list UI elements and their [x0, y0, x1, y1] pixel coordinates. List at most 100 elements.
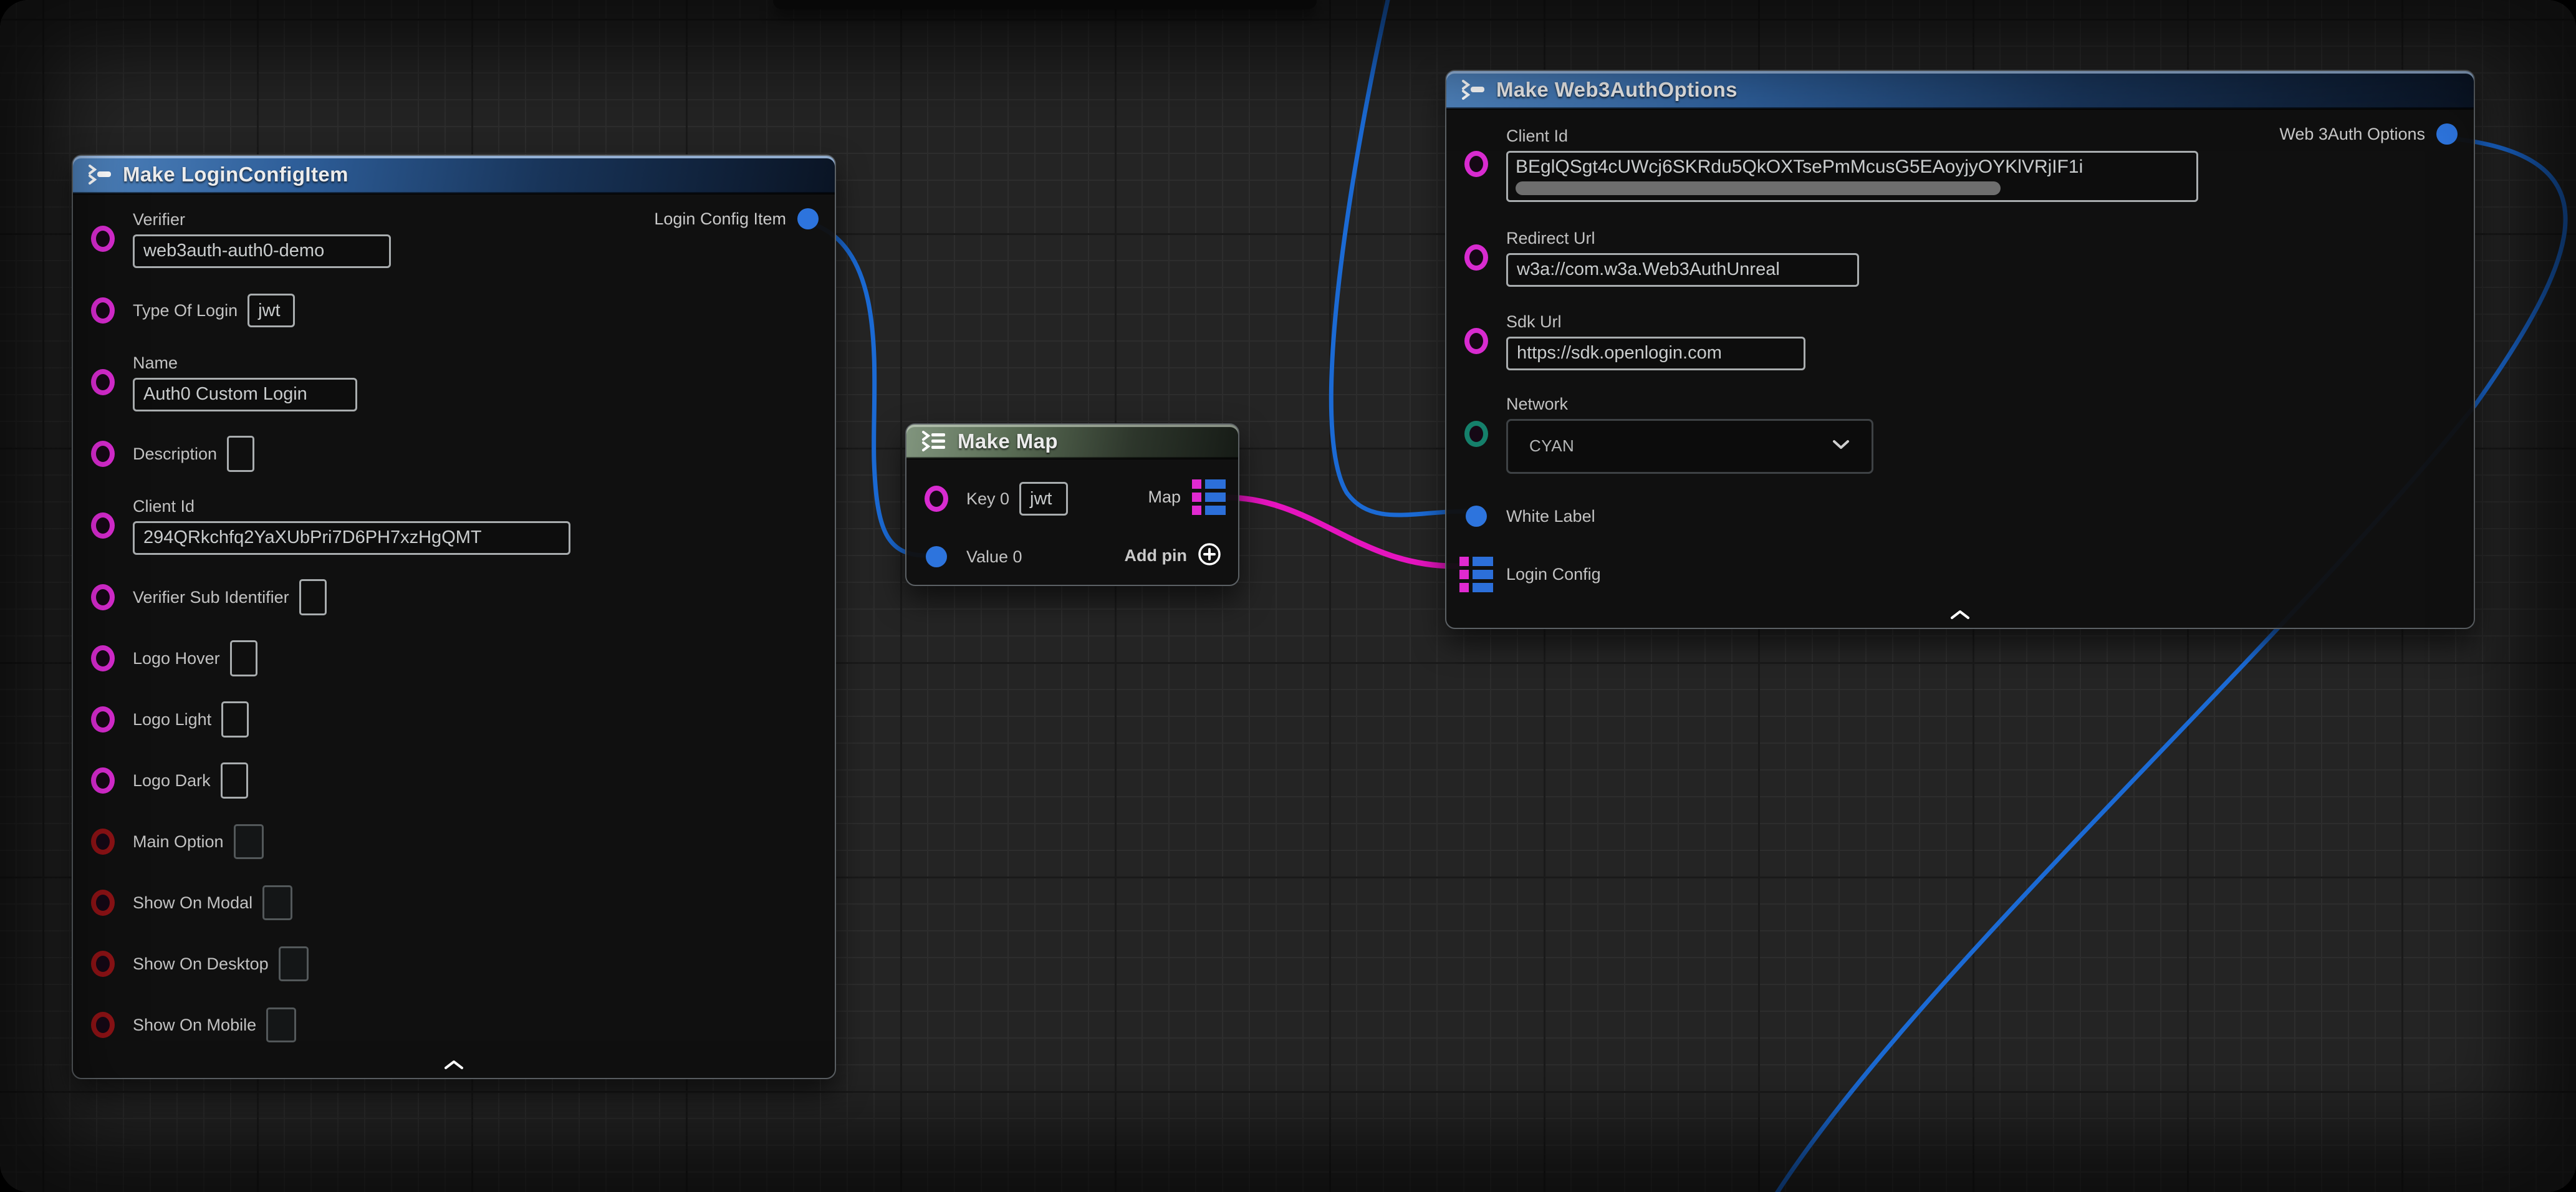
- node-header-make-loginconfigitem[interactable]: Make LoginConfigItem: [73, 156, 835, 195]
- string-pin[interactable]: [91, 584, 115, 610]
- pin-label: Logo Dark: [133, 771, 211, 791]
- pin-label: White Label: [1506, 507, 1595, 526]
- pin-row-login-config: Login Config: [1446, 555, 2458, 594]
- output-map[interactable]: Map: [1148, 479, 1226, 515]
- pin-row-white-label: White Label: [1446, 499, 2458, 534]
- pin-label: Logo Hover: [133, 649, 220, 668]
- pin-row-verifier-sub-identifier: Verifier Sub Identifier: [73, 580, 819, 615]
- collapse-chevron-icon[interactable]: [440, 1057, 468, 1073]
- logo-dark-input[interactable]: [221, 762, 248, 799]
- node-make-map[interactable]: Make Map Key 0 jwt Value 0 Map: [905, 423, 1239, 586]
- collapse-chevron-icon[interactable]: [1946, 607, 1974, 623]
- node-title: Make Web3AuthOptions: [1496, 78, 1737, 102]
- pin-row-show-on-modal: Show On Modal: [73, 885, 819, 920]
- logo-light-input[interactable]: [221, 701, 249, 738]
- string-pin[interactable]: [91, 706, 115, 733]
- pin-label: Show On Desktop: [133, 954, 269, 974]
- output-pin-label: Web 3Auth Options: [2279, 125, 2425, 144]
- pin-label: Key 0: [966, 489, 1009, 509]
- pin-label: Redirect Url: [1506, 229, 1859, 248]
- bool-pin[interactable]: [91, 890, 115, 916]
- main-option-checkbox[interactable]: [234, 824, 264, 859]
- show-on-modal-checkbox[interactable]: [262, 885, 292, 920]
- pin-row-main-option: Main Option: [73, 824, 819, 859]
- network-dropdown[interactable]: CYAN: [1506, 419, 1873, 474]
- string-pin[interactable]: [1464, 328, 1488, 354]
- string-pin[interactable]: [1464, 244, 1488, 271]
- pin-row-logo-light: Logo Light: [73, 702, 819, 737]
- pin-label: Client Id: [1506, 127, 2198, 146]
- network-selected-value: CYAN: [1529, 436, 1574, 456]
- type-of-login-input[interactable]: jwt: [248, 294, 295, 327]
- show-on-desktop-checkbox[interactable]: [279, 946, 309, 981]
- string-pin[interactable]: [91, 369, 115, 395]
- node-header-make-map[interactable]: Make Map: [906, 425, 1238, 459]
- node-header-make-web3authoptions[interactable]: Make Web3AuthOptions: [1446, 71, 2474, 110]
- wire-map-to-login-config[interactable]: [1226, 497, 1460, 566]
- pin-label: Name: [133, 353, 357, 373]
- pin-row-redirect-url: Redirect Url w3a://com.w3a.Web3AuthUnrea…: [1446, 229, 2458, 286]
- pin-label: Type Of Login: [133, 301, 238, 320]
- pin-label: Map: [1148, 488, 1181, 507]
- pin-row-network: Network CYAN: [1446, 397, 2458, 471]
- make-struct-icon: [1461, 79, 1486, 100]
- pin-label: Sdk Url: [1506, 312, 1805, 332]
- string-pin[interactable]: [91, 512, 115, 539]
- pin-row-show-on-mobile: Show On Mobile: [73, 1007, 819, 1042]
- bool-pin[interactable]: [91, 951, 115, 977]
- pin-label: Show On Mobile: [133, 1016, 256, 1035]
- output-pin-label: Login Config Item: [654, 209, 786, 229]
- output-web3auth-options[interactable]: Web 3Auth Options: [2279, 123, 2458, 145]
- pin-label: Logo Light: [133, 710, 211, 729]
- pin-row-name: Name Auth0 Custom Login: [73, 354, 819, 410]
- client-id-scrollbar[interactable]: [1516, 181, 2001, 195]
- string-pin[interactable]: [91, 767, 115, 794]
- object-output-pin[interactable]: [797, 208, 819, 229]
- client-id-input[interactable]: 294QRkchfq2YaXUbPri7D6PH7xzHgQMT: [133, 521, 570, 555]
- pin-label: Verifier: [133, 210, 391, 229]
- pin-label: Value 0: [966, 547, 1022, 567]
- pin-label: Show On Modal: [133, 893, 252, 913]
- redirect-url-input[interactable]: w3a://com.w3a.Web3AuthUnreal: [1506, 253, 1859, 287]
- pin-row-client-id: Client Id 294QRkchfq2YaXUbPri7D6PH7xzHgQ…: [73, 497, 819, 554]
- string-pin[interactable]: [1464, 151, 1488, 177]
- node-title: Make Map: [958, 430, 1058, 453]
- pin-label: Description: [133, 445, 217, 464]
- map-container-pin[interactable]: [1192, 479, 1226, 515]
- make-map-icon: [921, 431, 948, 452]
- key0-input[interactable]: jwt: [1019, 482, 1068, 516]
- node-make-loginconfigitem[interactable]: Make LoginConfigItem Login Config Item V…: [72, 155, 836, 1079]
- name-input[interactable]: Auth0 Custom Login: [133, 378, 357, 411]
- add-pin-label: Add pin: [1125, 546, 1187, 565]
- pin-row-type-of-login: Type Of Login jwt: [73, 293, 819, 328]
- description-input[interactable]: [227, 436, 254, 472]
- verifier-sub-identifier-input[interactable]: [299, 579, 327, 615]
- pin-row-sdk-url: Sdk Url https://sdk.openlogin.com: [1446, 313, 2458, 369]
- string-pin[interactable]: [91, 226, 115, 252]
- object-pin[interactable]: [1466, 506, 1487, 527]
- blueprint-canvas[interactable]: Make LoginConfigItem Login Config Item V…: [0, 0, 2576, 1192]
- string-pin[interactable]: [91, 297, 115, 324]
- node-make-web3authoptions[interactable]: Make Web3AuthOptions Web 3Auth Options C…: [1445, 70, 2475, 629]
- bool-pin[interactable]: [91, 1012, 115, 1038]
- sdk-url-input[interactable]: https://sdk.openlogin.com: [1506, 337, 1805, 370]
- string-pin[interactable]: [925, 486, 948, 512]
- bool-pin[interactable]: [91, 829, 115, 855]
- verifier-input[interactable]: web3auth-auth0-demo: [133, 234, 391, 268]
- output-login-config-item[interactable]: Login Config Item: [654, 208, 819, 229]
- pin-label: Login Config: [1506, 565, 1601, 584]
- string-pin[interactable]: [91, 441, 115, 467]
- add-pin-button[interactable]: Add pin: [1125, 542, 1222, 570]
- show-on-mobile-checkbox[interactable]: [266, 1007, 296, 1042]
- object-pin[interactable]: [926, 546, 947, 567]
- logo-hover-input[interactable]: [230, 640, 257, 676]
- pin-label: Network: [1506, 395, 1873, 414]
- enum-pin[interactable]: [1464, 421, 1488, 447]
- pin-label: Client Id: [133, 497, 570, 516]
- object-output-pin[interactable]: [2436, 123, 2458, 145]
- pin-label: Main Option: [133, 832, 224, 852]
- string-pin[interactable]: [91, 645, 115, 671]
- client-id-input[interactable]: BEglQSgt4cUWcj6SKRdu5QkOXTsePmMcusG5EAoy…: [1506, 151, 2198, 202]
- pin-row-description: Description: [73, 436, 819, 471]
- map-container-pin[interactable]: [1459, 557, 1493, 592]
